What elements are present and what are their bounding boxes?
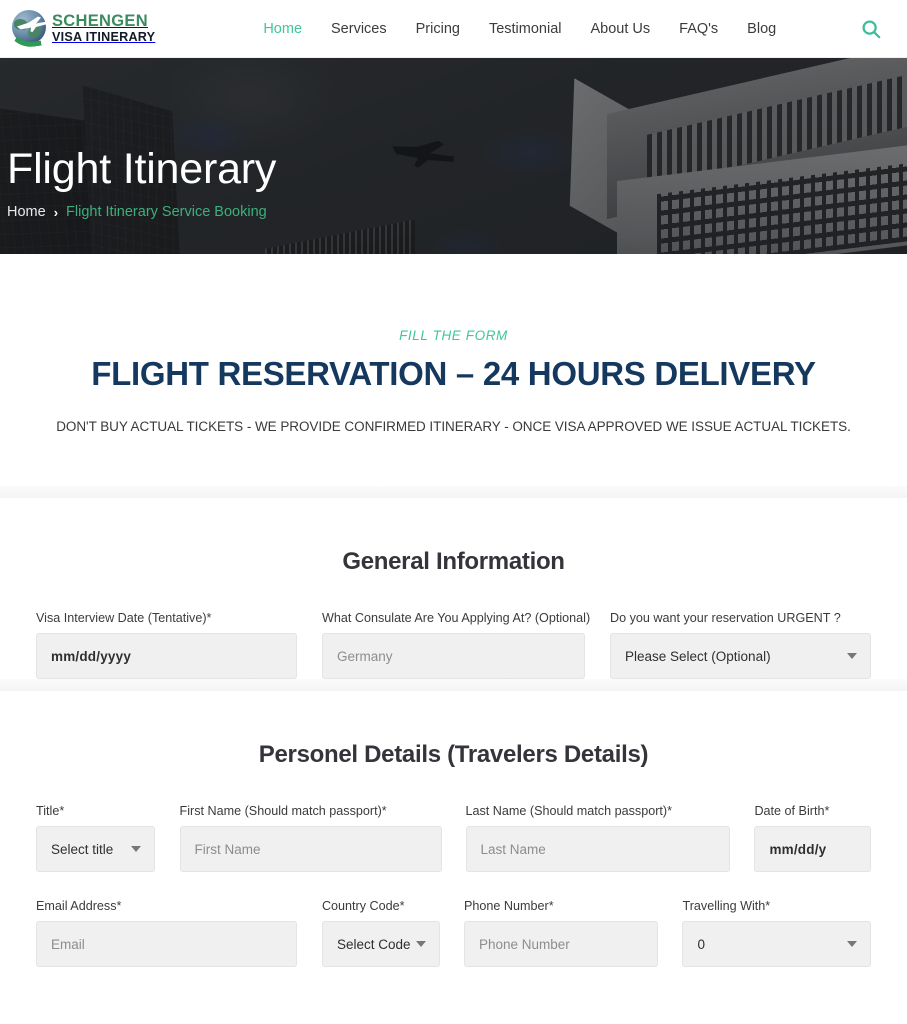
country-code-label: Country Code* [321, 899, 405, 913]
general-information-fields: Visa Interview Date (Tentative)* mm/dd/y… [0, 611, 907, 679]
consulate-label: What Consulate Are You Applying At? (Opt… [322, 611, 591, 625]
site-logo[interactable]: SCHENGEN VISA ITINERARY [5, 8, 156, 50]
last-name-input[interactable]: Last Name [465, 826, 731, 872]
nav-item-services[interactable]: Services [331, 21, 387, 37]
urgent-reservation-label: Do you want your reservation URGENT ? [610, 611, 841, 625]
personal-details-heading: Personel Details (Travelers Details) [258, 741, 649, 768]
brand-name-secondary: VISA ITINERARY [52, 30, 156, 45]
hero-banner: Flight Itinerary Home › Flight Itinerary… [0, 58, 907, 254]
last-name-field: Last Name (Should match passport)* Last … [465, 804, 731, 872]
title-label: Title* [36, 804, 65, 818]
site-header: SCHENGEN VISA ITINERARY Home Services Pr… [0, 0, 907, 58]
intro-eyebrow: FILL THE FORM [399, 328, 508, 343]
travelling-with-field: Travelling With* 0 [682, 899, 871, 967]
travelling-with-label: Travelling With* [682, 899, 771, 913]
intro-section: FILL THE FORM FLIGHT RESERVATION – 24 HO… [0, 254, 907, 486]
country-code-value: Select Code [336, 936, 411, 952]
first-name-label: First Name (Should match passport)* [179, 804, 387, 818]
email-address-label: Email Address* [36, 899, 122, 913]
email-address-field: Email Address* Email [36, 899, 297, 967]
title-select[interactable]: Select title [36, 826, 155, 872]
intro-subtitle: DON'T BUY ACTUAL TICKETS - WE PROVIDE CO… [56, 419, 851, 434]
section-divider-2 [0, 679, 907, 691]
visa-interview-date-field: Visa Interview Date (Tentative)* mm/dd/y… [36, 611, 297, 679]
phone-number-input[interactable]: Phone Number [464, 921, 659, 967]
visa-interview-date-label: Visa Interview Date (Tentative)* [36, 611, 212, 625]
country-code-field: Country Code* Select Code [321, 899, 440, 967]
travelling-with-select[interactable]: 0 [682, 921, 871, 967]
nav-item-about-us[interactable]: About Us [590, 21, 650, 37]
breadcrumb-item-current: Flight Itinerary Service Booking [66, 204, 267, 220]
title-value: Select title [51, 841, 114, 857]
date-of-birth-label: Date of Birth* [754, 804, 830, 818]
globe-plane-logo-icon [5, 8, 49, 50]
intro-heading: FLIGHT RESERVATION – 24 HOURS DELIVERY [91, 355, 816, 392]
field-row: Visa Interview Date (Tentative)* mm/dd/y… [36, 611, 871, 679]
date-of-birth-field: Date of Birth* mm/dd/y [754, 804, 871, 872]
phone-number-field: Phone Number* Phone Number [464, 899, 659, 967]
field-row: Email Address* Email Country Code* Selec… [36, 899, 871, 967]
urgent-reservation-field: Do you want your reservation URGENT ? Pl… [610, 611, 871, 679]
consulate-field: What Consulate Are You Applying At? (Opt… [322, 611, 591, 679]
main-navigation: Home Services Pricing Testimonial About … [263, 21, 776, 37]
chevron-down-icon [846, 941, 857, 947]
chevron-down-icon [130, 846, 141, 852]
chevron-right-icon: › [53, 204, 59, 220]
brand-name-primary: SCHENGEN [52, 11, 148, 30]
personal-details-section: Personel Details (Travelers Details) Tit… [0, 691, 907, 967]
nav-item-pricing[interactable]: Pricing [416, 21, 460, 37]
breadcrumb: Home › Flight Itinerary Service Booking [7, 204, 276, 220]
section-divider-1 [0, 486, 907, 498]
nav-item-faqs[interactable]: FAQ's [679, 21, 718, 37]
phone-number-label: Phone Number* [464, 899, 554, 913]
email-address-input[interactable]: Email [36, 921, 297, 967]
nav-item-home[interactable]: Home [263, 21, 302, 37]
breadcrumb-item-home[interactable]: Home [7, 204, 46, 220]
urgent-reservation-select[interactable]: Please Select (Optional) [610, 633, 871, 679]
title-field: Title* Select title [36, 804, 155, 872]
personal-details-fields: Title* Select title First Name (Should m… [0, 804, 907, 967]
nav-item-testimonial[interactable]: Testimonial [489, 21, 562, 37]
urgent-reservation-value: Please Select (Optional) [625, 648, 771, 664]
general-information-section: General Information Visa Interview Date … [0, 498, 907, 679]
chevron-down-icon [847, 653, 857, 659]
last-name-label: Last Name (Should match passport)* [465, 804, 673, 818]
first-name-input[interactable]: First Name [179, 826, 442, 872]
country-code-select[interactable]: Select Code [321, 921, 440, 967]
consulate-input[interactable]: Germany [322, 633, 585, 679]
travelling-with-value: 0 [697, 936, 705, 952]
first-name-field: First Name (Should match passport)* Firs… [179, 804, 442, 872]
chevron-down-icon [416, 941, 426, 947]
date-of-birth-input[interactable]: mm/dd/y [754, 826, 871, 872]
field-row: Title* Select title First Name (Should m… [36, 804, 871, 872]
visa-interview-date-input[interactable]: mm/dd/yyyy [36, 633, 297, 679]
page-title: Flight Itinerary [7, 144, 277, 193]
general-information-heading: General Information [342, 548, 565, 575]
search-icon[interactable] [860, 18, 882, 40]
nav-item-blog[interactable]: Blog [747, 21, 776, 37]
